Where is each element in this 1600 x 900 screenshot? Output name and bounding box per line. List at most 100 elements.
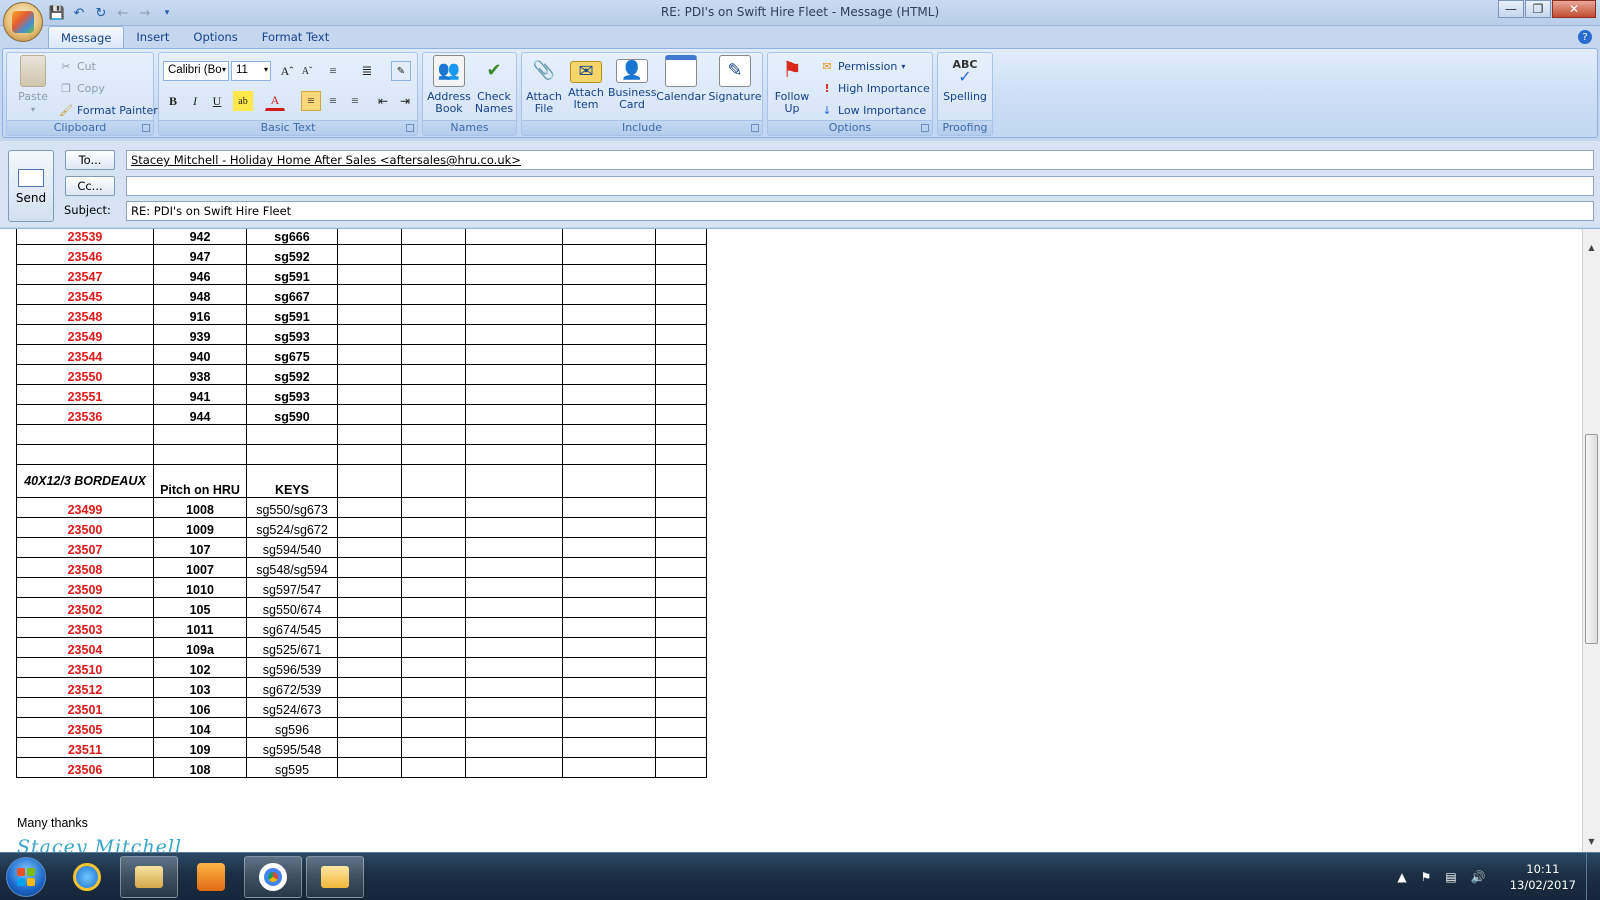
decrease-indent-button[interactable]: ⇤ [373, 91, 393, 111]
keys-cell: sg592 [246, 364, 338, 385]
shrink-font-button[interactable]: Aˇ [297, 61, 317, 81]
empty-cell [337, 537, 402, 558]
empty-cell [401, 597, 466, 618]
file-explorer-icon[interactable] [120, 856, 178, 898]
font-size-combo[interactable]: 11 ▾ [231, 61, 271, 81]
keys-cell: sg525/671 [246, 637, 338, 658]
underline-button[interactable]: U [207, 91, 227, 111]
format-painter-button[interactable]: 🖌 Format Painter [59, 101, 158, 119]
help-icon[interactable]: ? [1578, 30, 1592, 44]
scroll-thumb[interactable] [1585, 434, 1598, 644]
cut-button[interactable]: ✂ Cut [59, 57, 96, 75]
keys-cell: sg595/548 [246, 737, 338, 758]
clipboard-dialog-launcher-icon[interactable] [142, 124, 150, 132]
tab-insert[interactable]: Insert [124, 26, 181, 48]
empty-cell [465, 229, 563, 245]
action-center-flag-icon[interactable]: ⚑ [1421, 870, 1432, 884]
pitch-cell: 1009 [153, 517, 247, 538]
cc-field[interactable] [126, 176, 1594, 196]
clipboard-group-label: Clipboard [7, 120, 153, 135]
tab-options[interactable]: Options [181, 26, 249, 48]
high-importance-button[interactable]: ! High Importance [820, 79, 929, 97]
address-book-button[interactable]: 👥 Address Book [427, 55, 471, 115]
minimize-button[interactable]: — [1498, 0, 1524, 18]
grow-font-button[interactable]: Aˆ [277, 61, 297, 81]
empty-cell [337, 737, 402, 758]
unit-id-cell: 23503 [16, 617, 154, 638]
message-body[interactable]: 23539 942 sg666 23546 947 sg592 23547 946 sg591 2… [0, 228, 1600, 852]
signature-button[interactable]: ✎ Signature [708, 55, 762, 103]
font-color-button[interactable]: A [265, 91, 285, 111]
permission-button[interactable]: ✉ Permission ▾ [820, 57, 905, 75]
to-field[interactable]: Stacey Mitchell - Holiday Home After Sal… [126, 150, 1594, 170]
low-importance-button[interactable]: ↓ Low Importance [820, 101, 926, 119]
italic-button[interactable]: I [185, 91, 205, 111]
keys-cell: sg590 [246, 404, 338, 425]
bold-button[interactable]: B [163, 91, 183, 111]
numbering-button[interactable]: ≣ [357, 61, 377, 81]
pitch-cell: 942 [153, 229, 247, 245]
outlook-icon[interactable] [306, 856, 364, 898]
increase-indent-button[interactable]: ⇥ [395, 91, 415, 111]
empty-cell [337, 577, 402, 598]
restore-button[interactable]: ❐ [1525, 0, 1551, 18]
calendar-button[interactable]: Calendar [656, 55, 706, 103]
align-right-button[interactable]: ≡ [345, 91, 365, 111]
empty-cell [655, 264, 707, 285]
unit-id-cell: 23507 [16, 537, 154, 558]
show-desktop-button[interactable] [1586, 853, 1600, 900]
align-left-button[interactable]: ≡ [301, 91, 321, 111]
options-dialog-launcher-icon[interactable] [921, 124, 929, 132]
subject-field[interactable]: RE: PDI's on Swift Hire Fleet [126, 201, 1594, 221]
font-name-combo[interactable]: Calibri (Bo ▾ [163, 61, 229, 81]
spelling-button[interactable]: ABC ✓ Spelling [940, 55, 990, 103]
tab-format-text[interactable]: Format Text [250, 26, 341, 48]
empty-cell [401, 517, 466, 538]
empty-cell [337, 244, 402, 265]
copy-icon: ❐ [61, 81, 71, 95]
cc-button[interactable]: Cc... [65, 176, 115, 196]
permission-icon: ✉ [822, 59, 832, 73]
vertical-scrollbar[interactable]: ▲ ▼ [1582, 229, 1600, 852]
empty-cell [562, 697, 656, 718]
start-button[interactable] [6, 857, 46, 897]
clear-formatting-button[interactable]: ✎ [391, 61, 411, 81]
show-hidden-icons-icon[interactable]: ▲ [1397, 870, 1406, 884]
paste-button[interactable]: Paste ▾ [11, 55, 55, 116]
scroll-down-icon[interactable]: ▼ [1583, 837, 1600, 851]
office-button[interactable] [3, 2, 43, 42]
business-card-button[interactable]: 👤 Business Card [608, 55, 657, 111]
internet-explorer-icon[interactable] [58, 856, 116, 898]
bullets-button[interactable]: ≡ [323, 61, 343, 81]
table-row: 23499 1008 sg550/sg673 [16, 497, 707, 518]
clock-time: 10:11 [1526, 862, 1560, 876]
unit-id-cell: 23548 [16, 304, 154, 325]
send-button[interactable]: Send [8, 150, 54, 222]
empty-cell [655, 229, 707, 245]
attach-item-button[interactable]: ✉ Attach Item [566, 55, 606, 111]
copy-button[interactable]: ❐ Copy [59, 79, 105, 97]
scroll-up-icon[interactable]: ▲ [1583, 243, 1600, 257]
paintbrush-icon: 🖌 [59, 103, 73, 117]
table-bottom-rows: 23499 1008 sg550/sg673 23500 1009 sg524/sg672… [16, 497, 707, 778]
highlight-button[interactable]: ab [233, 91, 253, 111]
align-center-button[interactable]: ≡ [323, 91, 343, 111]
chrome-icon[interactable] [244, 856, 302, 898]
media-player-icon[interactable] [182, 856, 240, 898]
include-dialog-launcher-icon[interactable] [751, 124, 759, 132]
clock[interactable]: 10:11 13/02/2017 [1510, 861, 1576, 893]
close-button[interactable]: ✕ [1552, 0, 1596, 18]
empty-cell [562, 404, 656, 425]
to-button[interactable]: To... [65, 150, 115, 170]
empty-cell [401, 757, 466, 778]
network-icon[interactable]: ▤ [1445, 870, 1456, 884]
tab-message[interactable]: Message [48, 26, 125, 48]
check-names-button[interactable]: ✔ Check Names [473, 55, 515, 115]
attach-file-button[interactable]: 📎 Attach File [524, 55, 564, 115]
follow-up-button[interactable]: ⚑ Follow Up [770, 55, 814, 115]
basic-text-dialog-launcher-icon[interactable] [406, 124, 414, 132]
table-row [16, 424, 707, 445]
volume-icon[interactable]: 🔊 [1471, 870, 1486, 884]
table-row: 23510 102 sg596/539 [16, 657, 707, 678]
empty-cell [562, 304, 656, 325]
